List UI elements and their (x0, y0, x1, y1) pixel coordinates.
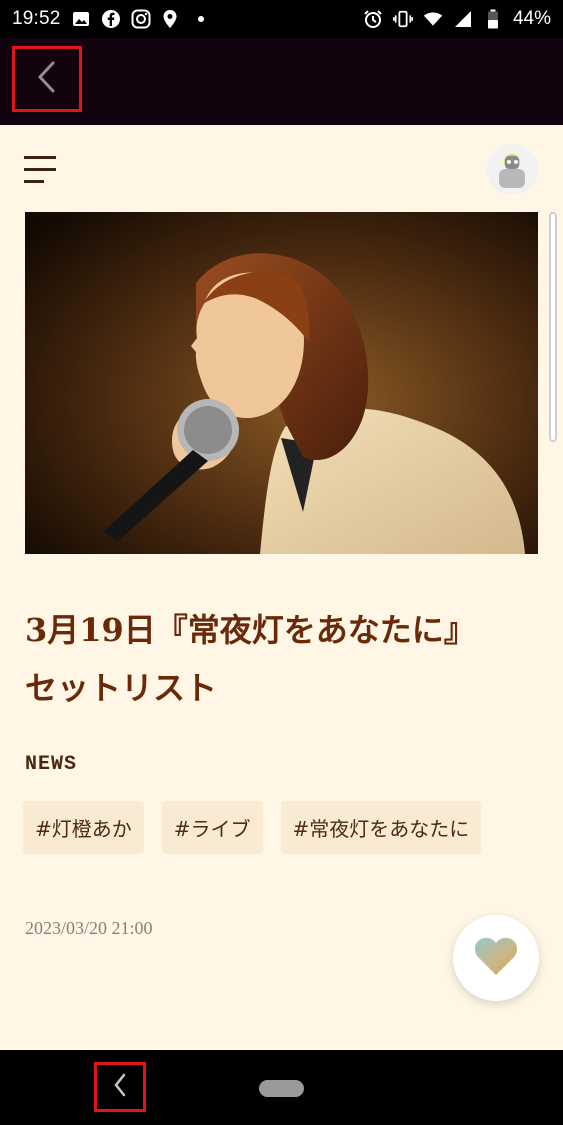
vibrate-icon (393, 9, 413, 29)
chevron-left-icon (112, 1072, 128, 1102)
status-right: 44% (363, 8, 551, 30)
system-back-button[interactable] (94, 1062, 146, 1112)
system-navigation-bar (0, 1050, 563, 1125)
avatar[interactable] (487, 144, 538, 195)
heart-icon (473, 935, 519, 981)
status-time: 19:52 (12, 8, 61, 29)
dot-icon (191, 9, 211, 29)
battery-percentage: 44% (512, 8, 551, 29)
image-icon (71, 9, 91, 29)
facebook-icon (101, 9, 121, 29)
wifi-icon (423, 9, 443, 29)
back-button[interactable] (12, 46, 82, 112)
like-button[interactable] (453, 915, 539, 1001)
tag-button[interactable]: #ライブ (161, 801, 263, 854)
battery-icon (483, 9, 503, 29)
article-page: 3月19日『常夜灯をあなたに』セットリスト NEWS #灯橙あか #ライブ #常… (0, 125, 563, 1050)
category-label[interactable]: NEWS (25, 753, 77, 776)
hero-image (25, 212, 538, 554)
article-title: 3月19日『常夜灯をあなたに』セットリスト (25, 611, 476, 707)
publish-date: 2023/03/20 21:00 (25, 918, 153, 938)
top-app-bar (0, 38, 563, 125)
chevron-left-icon (34, 60, 60, 98)
scrollbar[interactable] (549, 212, 557, 442)
instagram-icon (131, 9, 151, 29)
tag-button[interactable]: #常夜灯をあなたに (280, 801, 482, 854)
home-pill[interactable] (259, 1080, 304, 1097)
tag-list: #灯橙あか #ライブ #常夜灯をあなたに (23, 801, 482, 854)
alarm-icon (363, 9, 383, 29)
status-left: 19:52 (12, 8, 211, 30)
signal-icon (453, 9, 473, 29)
tag-button[interactable]: #灯橙あか (23, 801, 144, 854)
location-icon (161, 9, 181, 29)
hamburger-menu-icon[interactable] (24, 152, 58, 186)
status-bar: 19:52 44% (0, 0, 563, 38)
